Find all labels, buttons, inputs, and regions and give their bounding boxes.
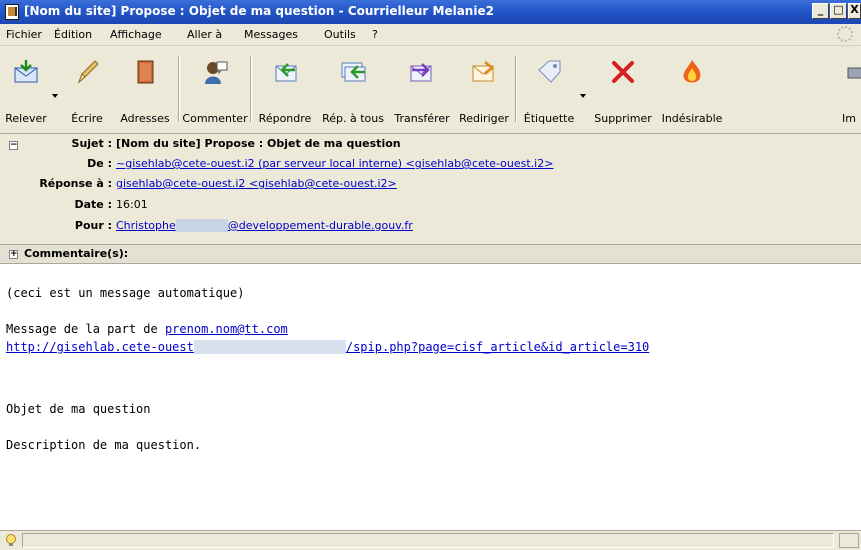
etiquette-button[interactable]: Étiquette: [520, 52, 578, 128]
redacted-url-part: x: [193, 340, 346, 354]
toolbar-separator: [515, 56, 517, 122]
junk-flame-icon: [683, 60, 701, 83]
date-value: 16:01: [116, 198, 148, 211]
header-row-sujet: Sujet : [Nom du site] Propose : Objet de…: [0, 137, 861, 155]
comments-row: + Commentaire(s):: [0, 245, 861, 264]
releve-button[interactable]: Relever: [2, 52, 50, 128]
menu-bar: Fichier Édition Affichage Aller à Messag…: [0, 24, 861, 46]
pencil-icon: [77, 60, 99, 84]
tag-icon: [538, 60, 561, 83]
pour-domain: @developpement-durable.gouv.fr: [227, 219, 413, 232]
reponse-value-link[interactable]: gisehlab@cete-ouest.i2 <gisehlab@cete-ou…: [116, 177, 397, 190]
message-headers: − Sujet : [Nom du site] Propose : Objet …: [0, 134, 861, 245]
imprimer-button[interactable]: Im: [834, 52, 861, 128]
menu-affichage[interactable]: Affichage: [110, 28, 162, 41]
adresses-button[interactable]: Adresses: [116, 52, 174, 128]
app-icon: [5, 4, 19, 20]
article-url-link-start[interactable]: http://gisehlab.cete-ouest: [6, 340, 194, 354]
repondre-a-tous-button[interactable]: Rép. à tous: [318, 52, 388, 128]
redirect-icon: [472, 61, 494, 82]
body-line-sender: Message de la part de prenom.nom@tt.com: [6, 322, 288, 336]
header-row-reponse: Réponse à : gisehlab@cete-ouest.i2 <gise…: [0, 177, 861, 195]
sujet-label: Sujet :: [71, 137, 112, 150]
lightbulb-icon: [6, 534, 16, 546]
minimize-button[interactable]: _: [812, 3, 829, 19]
menu-messages[interactable]: Messages: [244, 28, 298, 41]
de-value-link[interactable]: ~gisehlab@cete-ouest.i2 (par serveur loc…: [116, 157, 553, 170]
indesirable-button[interactable]: Indésirable: [656, 52, 728, 128]
message-body: (ceci est un message automatique) Messag…: [0, 264, 861, 530]
activity-throbber-icon: [837, 26, 853, 42]
toolbar-separator: [250, 56, 252, 122]
header-row-pour: Pour : Christophex@developpement-durable…: [0, 219, 861, 237]
window-titlebar: [Nom du site] Propose : Objet de ma ques…: [0, 0, 861, 24]
redacted-surname: x: [175, 219, 228, 232]
commenter-button[interactable]: Commenter: [182, 52, 248, 128]
header-row-date: Date : 16:01: [0, 198, 861, 216]
status-bar: [0, 530, 861, 550]
commentaires-label: Commentaire(s):: [24, 247, 129, 260]
status-text-pane: [22, 533, 834, 548]
date-label: Date :: [74, 198, 112, 211]
maximize-button[interactable]: □: [830, 3, 847, 19]
pour-label: Pour :: [74, 219, 112, 232]
expand-comments-toggle[interactable]: +: [9, 250, 18, 259]
reponse-label: Réponse à :: [39, 177, 112, 190]
sender-email-link[interactable]: prenom.nom@tt.com: [165, 322, 288, 336]
reply-all-icon: [341, 62, 366, 82]
etiquette-dropdown-arrow[interactable]: [580, 94, 586, 98]
resize-grip[interactable]: [839, 533, 859, 548]
supprimer-button[interactable]: Supprimer: [592, 52, 654, 128]
pour-value-link[interactable]: Christophex@developpement-durable.gouv.f…: [116, 219, 413, 232]
toolbar-separator: [178, 56, 180, 122]
de-label: De :: [87, 157, 112, 170]
body-line-url: http://gisehlab.cete-ouestx/spip.php?pag…: [6, 340, 649, 354]
body-line-description: Description de ma question.: [6, 438, 202, 452]
comment-icon: [205, 61, 228, 84]
close-button[interactable]: X: [848, 3, 861, 19]
forward-icon: [410, 63, 432, 82]
delete-icon: [612, 61, 634, 83]
article-url-link-end[interactable]: /spip.php?page=cisf_article&id_article=3…: [346, 340, 649, 354]
print-icon: [847, 67, 861, 79]
releve-dropdown-arrow[interactable]: [52, 94, 58, 98]
menu-edition[interactable]: Édition: [54, 28, 92, 41]
address-book-icon: [137, 60, 154, 84]
menu-outils[interactable]: Outils: [324, 28, 356, 41]
ecrire-button[interactable]: Écrire: [62, 52, 112, 128]
body-line-objet: Objet de ma question: [6, 402, 151, 416]
sujet-value: [Nom du site] Propose : Objet de ma ques…: [116, 137, 401, 150]
get-mail-icon: [14, 60, 38, 83]
reply-icon: [275, 63, 297, 82]
transferer-button[interactable]: Transférer: [390, 52, 454, 128]
menu-fichier[interactable]: Fichier: [6, 28, 42, 41]
body-line-automatic: (ceci est un message automatique): [6, 286, 245, 300]
header-row-de: De : ~gisehlab@cete-ouest.i2 (par serveu…: [0, 157, 861, 175]
pour-name: Christophe: [116, 219, 176, 232]
main-toolbar: Relever Écrire Adresses Commenter Répond…: [0, 46, 861, 134]
window-title: [Nom du site] Propose : Objet de ma ques…: [24, 4, 494, 18]
menu-aller-a[interactable]: Aller à: [187, 28, 222, 41]
repondre-button[interactable]: Répondre: [254, 52, 316, 128]
menu-aide[interactable]: ?: [372, 28, 378, 41]
rediriger-button[interactable]: Rediriger: [456, 52, 512, 128]
